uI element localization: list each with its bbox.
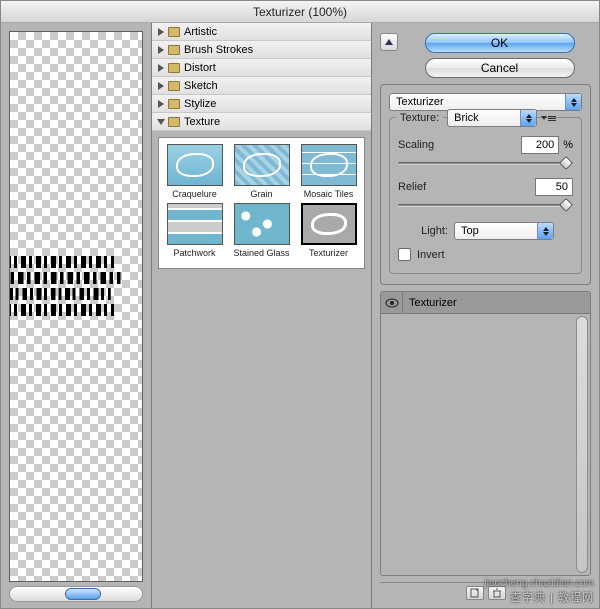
- thumbnail-grid: Craquelure Grain Mosaic Tiles Patchwork Stai…: [158, 137, 365, 269]
- light-label: Light:: [398, 225, 448, 237]
- folder-row-stylize[interactable]: Stylize: [152, 95, 371, 113]
- settings-column: OK Cancel Texturizer Texture: Brick: [371, 23, 599, 608]
- texture-menu-icon[interactable]: [541, 116, 556, 121]
- folder-label: Artistic: [184, 26, 217, 38]
- scaling-slider[interactable]: [398, 156, 573, 170]
- disclosure-triangle-icon: [157, 119, 165, 125]
- folder-label: Stylize: [184, 98, 216, 110]
- gallery-column: Artistic Brush Strokes Distort Sketch Styliz…: [151, 23, 371, 608]
- scaling-input[interactable]: [521, 136, 559, 154]
- folder-label: Texture: [184, 116, 220, 128]
- relief-slider[interactable]: [398, 198, 573, 212]
- thumbnail-image: [301, 203, 357, 245]
- watermark-url: jiaocheng.chazidian.com: [484, 578, 594, 589]
- thumb-mosaic-tiles[interactable]: Mosaic Tiles: [297, 144, 360, 199]
- folder-icon: [168, 45, 180, 55]
- folder-row-texture[interactable]: Texture: [152, 113, 371, 131]
- effect-layers-panel: Texturizer: [380, 291, 591, 576]
- preview-column: [1, 23, 151, 608]
- invert-checkbox[interactable]: [398, 248, 411, 261]
- eye-icon: [385, 298, 399, 308]
- folder-icon: [168, 27, 180, 37]
- thumb-texturizer[interactable]: Texturizer: [297, 203, 360, 258]
- thumbnail-label: Texturizer: [297, 248, 360, 258]
- disclosure-triangle-icon: [158, 28, 164, 36]
- window-title: Texturizer (100%): [1, 1, 599, 23]
- visibility-toggle[interactable]: [381, 292, 403, 314]
- chevron-up-icon: [385, 39, 393, 45]
- folder-row-artistic[interactable]: Artistic: [152, 23, 371, 41]
- thumbnail-label: Craquelure: [163, 189, 226, 199]
- effect-layer-label: Texturizer: [403, 297, 457, 309]
- relief-input[interactable]: [535, 178, 573, 196]
- new-effect-layer-button[interactable]: [466, 586, 484, 600]
- thumbnail-label: Stained Glass: [230, 248, 293, 258]
- preview-hscrollbar[interactable]: [9, 586, 143, 602]
- scaling-label: Scaling: [398, 139, 468, 151]
- texture-legend: Texture:: [396, 112, 443, 124]
- preview-content: [9, 252, 114, 322]
- thumb-grain[interactable]: Grain: [230, 144, 293, 199]
- thumbnail-image: [301, 144, 357, 186]
- texture-type-select[interactable]: Brick: [447, 109, 537, 127]
- thumbnail-label: Patchwork: [163, 248, 226, 258]
- filter-gallery-window: Texturizer (100%) Artistic Brush Strokes D…: [0, 0, 600, 609]
- thumb-patchwork[interactable]: Patchwork: [163, 203, 226, 258]
- texture-fieldset: Texture: Brick Scaling %: [389, 117, 582, 274]
- disclosure-triangle-icon: [158, 100, 164, 108]
- folder-label: Sketch: [184, 80, 218, 92]
- effect-layer-row[interactable]: Texturizer: [381, 292, 590, 314]
- thumbnail-label: Grain: [230, 189, 293, 199]
- scaling-unit: %: [563, 139, 573, 151]
- thumb-stained-glass[interactable]: Stained Glass: [230, 203, 293, 258]
- folder-row-distort[interactable]: Distort: [152, 59, 371, 77]
- trash-icon: [492, 588, 502, 598]
- collapse-button[interactable]: [380, 33, 398, 51]
- texture-type-value: Brick: [454, 112, 478, 124]
- folder-row-sketch[interactable]: Sketch: [152, 77, 371, 95]
- folder-list: Artistic Brush Strokes Distort Sketch Styliz…: [152, 23, 371, 131]
- folder-row-brush-strokes[interactable]: Brush Strokes: [152, 41, 371, 59]
- thumbnail-image: [167, 203, 223, 245]
- thumbnail-label: Mosaic Tiles: [297, 189, 360, 199]
- texture-gallery: Craquelure Grain Mosaic Tiles Patchwork Stai…: [152, 131, 371, 608]
- disclosure-triangle-icon: [158, 82, 164, 90]
- watermark-text: 查字典 | 教程网: [510, 589, 594, 605]
- invert-label: Invert: [417, 249, 445, 261]
- thumbnail-image: [167, 144, 223, 186]
- folder-label: Distort: [184, 62, 216, 74]
- layers-vscrollbar[interactable]: [576, 316, 588, 573]
- thumbnail-image: [234, 144, 290, 186]
- cancel-button[interactable]: Cancel: [425, 58, 575, 78]
- light-value: Top: [461, 225, 479, 237]
- filter-settings-group: Texturizer Texture: Brick: [380, 84, 591, 285]
- relief-label: Relief: [398, 181, 468, 193]
- disclosure-triangle-icon: [158, 64, 164, 72]
- folder-icon: [168, 63, 180, 73]
- folder-icon: [168, 99, 180, 109]
- filter-select-value: Texturizer: [396, 96, 444, 108]
- folder-icon: [168, 117, 180, 127]
- folder-label: Brush Strokes: [184, 44, 253, 56]
- disclosure-triangle-icon: [158, 46, 164, 54]
- preview-canvas[interactable]: [9, 31, 143, 582]
- preview-hscroll-thumb[interactable]: [65, 588, 101, 600]
- thumb-craquelure[interactable]: Craquelure: [163, 144, 226, 199]
- light-select[interactable]: Top: [454, 222, 554, 240]
- window-body: Artistic Brush Strokes Distort Sketch Styliz…: [1, 23, 599, 608]
- folder-icon: [168, 81, 180, 91]
- ok-button[interactable]: OK: [425, 33, 575, 53]
- page-icon: [470, 588, 480, 598]
- thumbnail-image: [234, 203, 290, 245]
